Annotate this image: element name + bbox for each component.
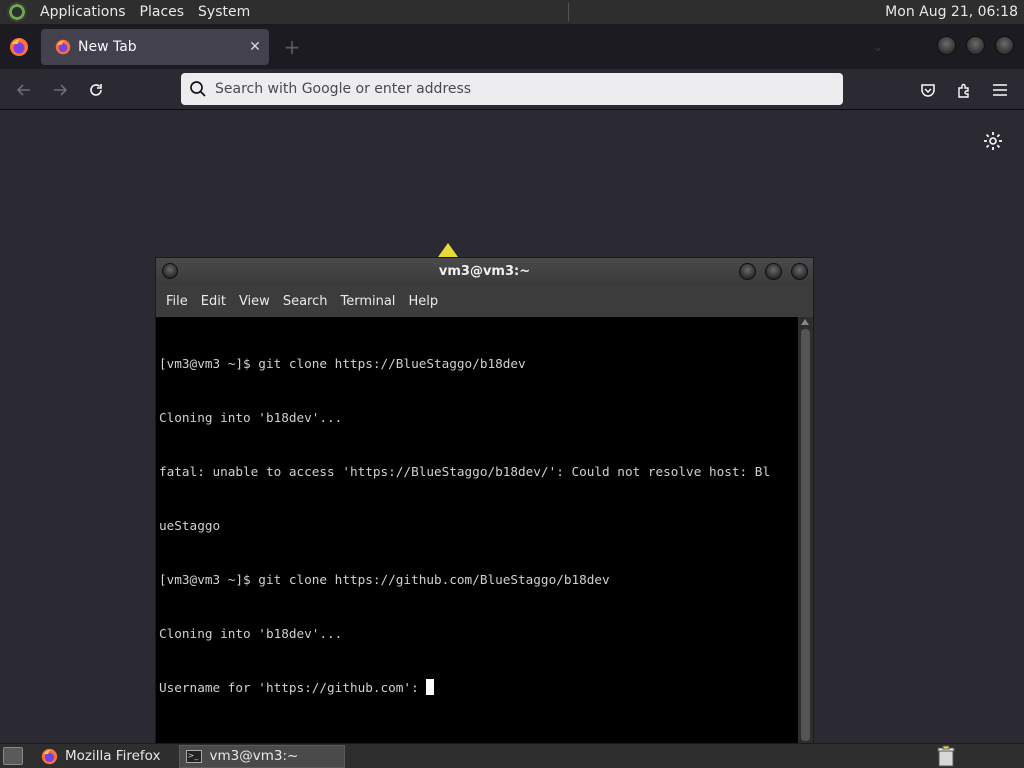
extensions-icon <box>957 83 969 98</box>
terminal-minimize-button[interactable] <box>739 263 756 280</box>
back-icon <box>16 84 30 96</box>
task-firefox[interactable]: Mozilla Firefox <box>35 745 167 768</box>
terminal-maximize-button[interactable] <box>765 263 782 280</box>
terminal-scrollbar[interactable] <box>798 317 813 744</box>
forward-icon <box>54 84 68 96</box>
terminal-window-controls <box>739 263 808 280</box>
menu-applications[interactable]: Applications <box>33 4 133 20</box>
forward-button[interactable] <box>45 75 75 105</box>
bottom-panel: Mozilla Firefox >_ vm3@vm3:~ <box>0 743 1024 768</box>
scroll-up-icon[interactable] <box>801 319 809 325</box>
url-bar[interactable] <box>181 73 843 105</box>
menu-help[interactable]: Help <box>408 294 448 309</box>
firefox-icon <box>55 39 71 55</box>
terminal-window: vm3@vm3:~ File Edit View Search Terminal… <box>155 257 814 744</box>
terminal-menubar: File Edit View Search Terminal Help <box>156 286 813 316</box>
tab-strip: New Tab ✕ + ⌄ <box>0 25 1024 69</box>
terminal-prompt-text: Username for 'https://github.com': <box>159 680 427 695</box>
menu-icon <box>993 84 1007 96</box>
task-label: vm3@vm3:~ <box>209 748 299 764</box>
reload-button[interactable] <box>81 75 111 105</box>
terminal-prompt-line: Username for 'https://github.com': <box>159 679 798 697</box>
pocket-icon <box>921 84 935 97</box>
maximize-button[interactable] <box>966 36 985 55</box>
tab-title: New Tab <box>78 39 137 55</box>
task-label: Mozilla Firefox <box>65 748 161 764</box>
menu-places[interactable]: Places <box>133 4 192 20</box>
url-input[interactable] <box>215 81 815 97</box>
terminal-line: [vm3@vm3 ~]$ git clone https://BlueStagg… <box>159 356 526 371</box>
task-terminal[interactable]: >_ vm3@vm3:~ <box>178 744 345 768</box>
new-tab-button[interactable]: + <box>280 34 304 60</box>
tab-new-tab[interactable]: New Tab ✕ <box>41 29 269 65</box>
trash-icon[interactable] <box>936 745 956 767</box>
terminal-close-button[interactable] <box>791 263 808 280</box>
menu-search[interactable]: Search <box>283 294 338 309</box>
nav-toolbar <box>0 69 1024 110</box>
window-controls <box>937 36 1024 55</box>
terminal-line: Cloning into 'b18dev'... <box>159 626 343 641</box>
firefox-view-icon[interactable] <box>9 37 29 57</box>
menu-file[interactable]: File <box>166 294 198 309</box>
terminal-output[interactable]: [vm3@vm3 ~]$ git clone https://BlueStagg… <box>156 317 798 744</box>
terminal-title: vm3@vm3:~ <box>438 264 531 279</box>
panel-separator <box>567 3 569 21</box>
top-panel: Applications Places System Mon Aug 21, 0… <box>0 0 1024 25</box>
close-window-button[interactable] <box>995 36 1014 55</box>
minimize-button[interactable] <box>937 36 956 55</box>
scrollbar-thumb[interactable] <box>801 329 810 741</box>
terminal-line: fatal: unable to access 'https://BlueSta… <box>159 464 771 479</box>
menu-edit[interactable]: Edit <box>201 294 236 309</box>
terminal-line: [vm3@vm3 ~]$ git clone https://github.co… <box>159 572 610 587</box>
terminal-line: ueStaggo <box>159 518 221 533</box>
chevron-down-icon[interactable]: ⌄ <box>867 36 889 58</box>
extensions-button[interactable] <box>949 75 979 105</box>
settings-gear-icon[interactable] <box>982 130 1004 152</box>
reload-icon <box>90 84 102 96</box>
clock[interactable]: Mon Aug 21, 06:18 <box>885 4 1024 20</box>
terminal-line: Cloning into 'b18dev'... <box>159 410 343 425</box>
pocket-button[interactable] <box>913 75 943 105</box>
terminal-titlebar[interactable]: vm3@vm3:~ <box>156 258 813 286</box>
mate-logo-icon[interactable] <box>7 2 27 22</box>
menu-system[interactable]: System <box>191 4 257 20</box>
terminal-cursor <box>426 679 435 695</box>
search-icon <box>190 81 206 97</box>
mouse-pointer-icon <box>438 243 458 257</box>
menu-terminal[interactable]: Terminal <box>340 294 405 309</box>
menu-view[interactable]: View <box>239 294 280 309</box>
close-tab-icon[interactable]: ✕ <box>241 33 269 61</box>
terminal-icon: >_ <box>185 749 202 763</box>
firefox-icon <box>41 748 58 764</box>
back-button[interactable] <box>9 75 39 105</box>
show-desktop-icon[interactable] <box>3 747 23 765</box>
app-menu-button[interactable] <box>985 75 1015 105</box>
